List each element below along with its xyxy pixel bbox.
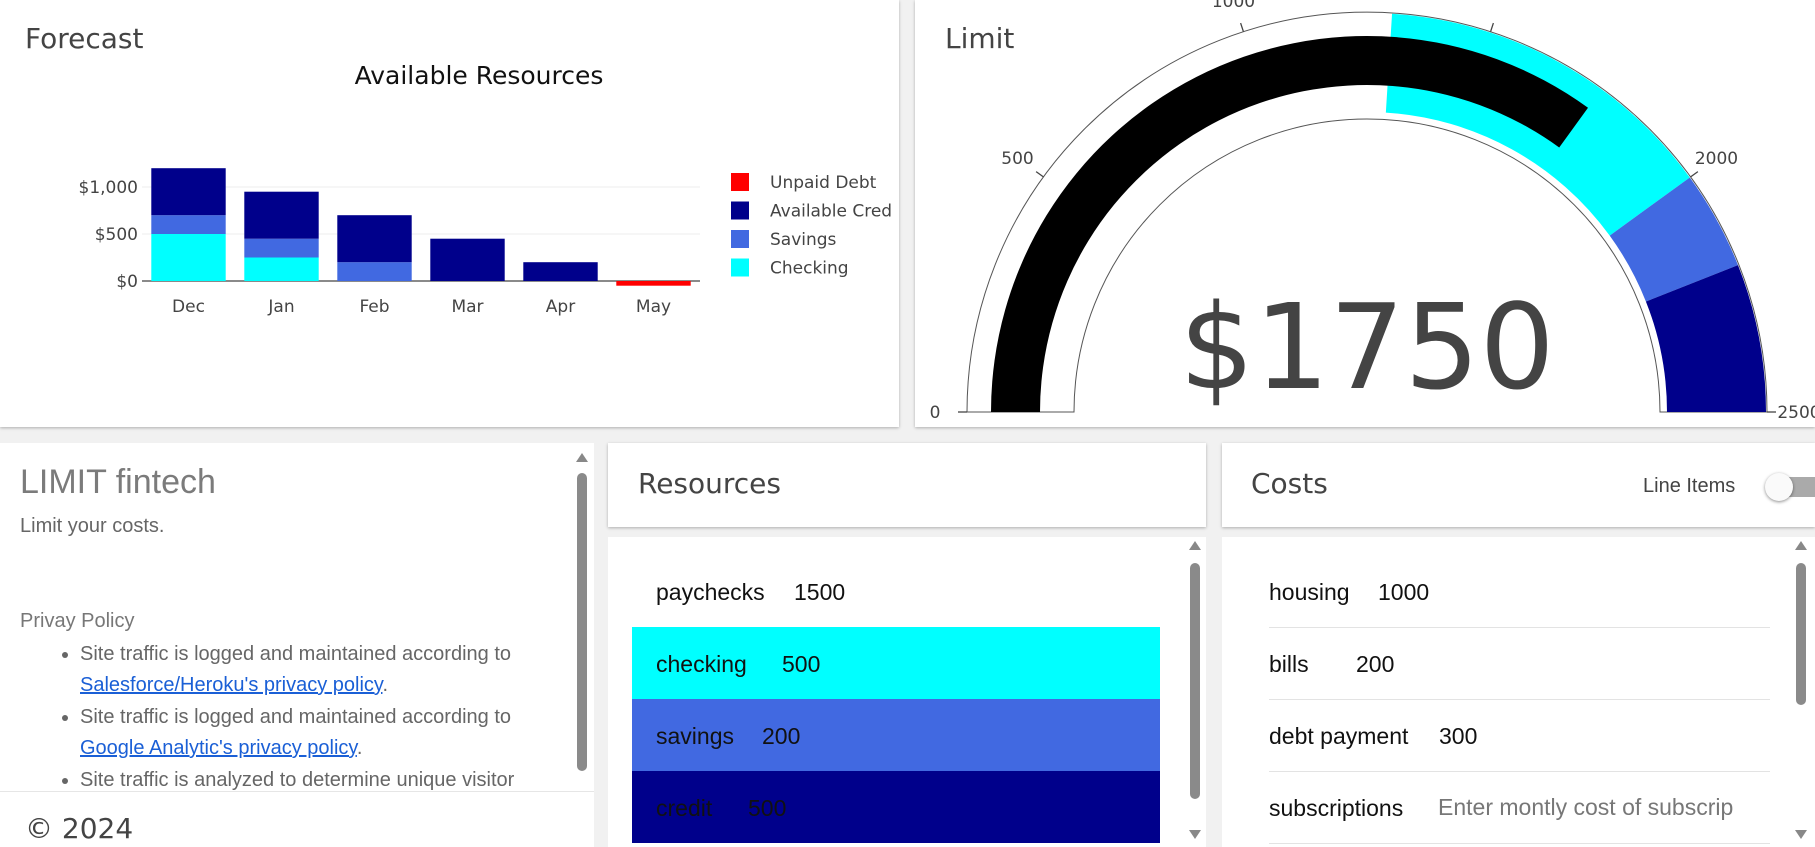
policy-item: Site traffic is logged and maintained ac… xyxy=(80,702,560,764)
y-tick-label: $0 xyxy=(116,272,138,292)
x-tick-label: Jan xyxy=(267,297,294,317)
line-items-toggle-knob[interactable] xyxy=(1765,473,1793,501)
bar-unpaid-debt xyxy=(616,281,691,286)
resource-row-credit[interactable]: credit 500 xyxy=(632,771,1160,843)
cost-value[interactable]: 300 xyxy=(1439,723,1477,750)
scroll-up-icon[interactable] xyxy=(1795,541,1807,550)
info-panel: LIMIT fintech Limit your costs. Privay P… xyxy=(0,443,594,847)
subscriptions-input[interactable] xyxy=(1438,791,1768,823)
cost-row-bills[interactable]: bills 200 xyxy=(1269,627,1770,700)
resource-label: checking xyxy=(656,651,747,677)
forecast-chart: Available Resources $0 $500 $1,000 Dec Jan Feb… xyxy=(79,61,893,317)
cost-row-subscriptions: subscriptions xyxy=(1269,771,1770,844)
bar-available-cred xyxy=(523,262,598,281)
resource-row-paychecks[interactable]: paychecks 1500 xyxy=(632,555,1160,627)
line-items-label: Line Items xyxy=(1643,475,1736,497)
resources-scrollbar[interactable] xyxy=(1188,537,1202,847)
scroll-down-icon[interactable] xyxy=(1795,830,1807,839)
resource-label: savings xyxy=(656,723,734,749)
gauge-tick-label: 2500 xyxy=(1777,403,1815,423)
info-scrollbar[interactable] xyxy=(575,453,589,783)
gauge-tick xyxy=(1489,22,1495,32)
costs-scroll-thumb[interactable] xyxy=(1796,563,1806,705)
limit-card: Limit 0500100020002500$1750 xyxy=(915,0,1815,427)
bar-savings xyxy=(151,215,226,234)
cost-value[interactable]: 1000 xyxy=(1378,579,1429,606)
resources-list: paychecks 1500 checking 500 savings 200 … xyxy=(608,537,1206,847)
gauge-tick xyxy=(1035,171,1044,178)
legend-label: Savings xyxy=(770,230,837,250)
resources-title: Resources xyxy=(638,467,781,500)
gauge-tick xyxy=(1239,22,1245,32)
chart-title: Available Resources xyxy=(355,61,604,90)
forecast-card: Forecast Available Resources $0 $500 $1,000… xyxy=(0,0,899,427)
policy-item: Site traffic is analyzed to determine un… xyxy=(80,765,560,791)
x-tick-label: Feb xyxy=(359,297,389,317)
resource-value[interactable]: 500 xyxy=(748,795,786,822)
x-tick-label: Dec xyxy=(172,297,205,317)
bar-checking xyxy=(151,234,226,281)
legend-swatch xyxy=(731,173,749,191)
bar-available-cred xyxy=(430,238,505,281)
bar-checking xyxy=(244,257,319,281)
bar-available-cred xyxy=(151,168,226,216)
costs-list: housing 1000 bills 200 debt payment 300 … xyxy=(1222,537,1815,847)
x-tick-label: Mar xyxy=(451,297,483,317)
resource-value[interactable]: 500 xyxy=(782,651,820,678)
scroll-down-icon[interactable] xyxy=(1189,830,1201,839)
brand-name: LIMIT fintech xyxy=(20,463,216,501)
limit-gauge: 0 500 1000 2000 2500 $1750 xyxy=(930,0,1815,423)
cost-label: bills xyxy=(1269,651,1309,677)
limit-value: $1750 xyxy=(1179,278,1554,416)
legend-swatch xyxy=(731,230,749,248)
y-tick-label: $1,000 xyxy=(79,178,138,198)
y-tick-label: $500 xyxy=(95,225,138,245)
cost-row-debt-payment[interactable]: debt payment 300 xyxy=(1269,699,1770,772)
heroku-privacy-link[interactable]: Salesforce/Heroku's privacy policy xyxy=(80,674,382,696)
tagline: Limit your costs. xyxy=(20,515,165,537)
legend-label: Checking xyxy=(770,259,849,279)
costs-scrollbar[interactable] xyxy=(1794,537,1808,847)
resource-row-checking[interactable]: checking 500 xyxy=(632,627,1160,699)
info-scroll-area[interactable]: LIMIT fintech Limit your costs. Privay P… xyxy=(0,443,570,791)
legend-label: Unpaid Debt xyxy=(770,173,877,193)
legend-swatch xyxy=(731,201,749,220)
info-scroll-thumb[interactable] xyxy=(577,473,587,771)
bar-savings xyxy=(244,238,319,258)
google-privacy-link[interactable]: Google Analytic's privacy policy xyxy=(80,737,357,759)
scroll-up-icon[interactable] xyxy=(1189,541,1201,550)
cost-label: debt payment xyxy=(1269,723,1409,749)
resources-header: Resources xyxy=(608,443,1206,527)
copyright: © 2024 xyxy=(25,812,134,845)
cost-value[interactable]: 200 xyxy=(1356,651,1394,678)
footer: © 2024 xyxy=(0,791,594,847)
gauge-tick xyxy=(1690,171,1699,178)
bar-available-cred xyxy=(244,191,319,239)
resource-value[interactable]: 200 xyxy=(762,723,800,750)
costs-header: Costs Line Items xyxy=(1222,443,1815,527)
policy-item: Site traffic is logged and maintained ac… xyxy=(80,639,560,701)
legend-swatch xyxy=(731,258,749,277)
legend-label: Available Cred xyxy=(770,202,892,222)
policy-list: Site traffic is logged and maintained ac… xyxy=(20,639,560,791)
x-tick-label: May xyxy=(636,297,671,317)
gauge-tick-label: 500 xyxy=(1001,149,1033,169)
resource-label: paychecks xyxy=(656,579,765,605)
resource-row-savings[interactable]: savings 200 xyxy=(632,699,1160,771)
costs-title: Costs xyxy=(1251,467,1328,500)
cost-row-housing[interactable]: housing 1000 xyxy=(1269,555,1770,628)
x-tick-label: Apr xyxy=(546,297,575,317)
resources-scroll-thumb[interactable] xyxy=(1190,563,1200,799)
bar-savings xyxy=(337,262,412,281)
policy-title: Privay Policy xyxy=(20,610,135,632)
gauge-tick-label: 1000 xyxy=(1212,0,1255,12)
gauge-tick-label: 2000 xyxy=(1695,149,1738,169)
resource-label: credit xyxy=(656,795,713,821)
gauge-tick-label: 0 xyxy=(930,403,941,423)
bar-available-cred xyxy=(337,215,412,263)
scroll-up-icon[interactable] xyxy=(576,453,588,462)
cost-label: housing xyxy=(1269,579,1350,605)
resource-value[interactable]: 1500 xyxy=(794,579,845,606)
cost-label: subscriptions xyxy=(1269,795,1404,821)
